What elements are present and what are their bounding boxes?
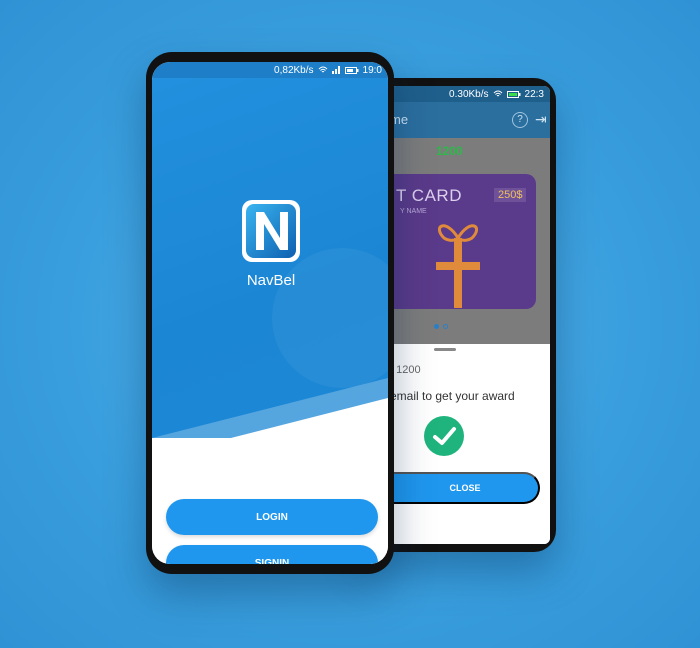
gift-card-name: Y NAME xyxy=(400,208,427,215)
award-points-text: : 1200 xyxy=(390,364,421,376)
points-value: 1200 xyxy=(436,144,463,158)
help-icon[interactable]: ? xyxy=(512,112,528,128)
splash-white-curve xyxy=(152,398,388,564)
exit-icon[interactable]: ⇥ xyxy=(535,111,547,128)
battery-icon xyxy=(506,90,521,98)
gift-card-amount: 250$ xyxy=(494,188,527,202)
award-message: email to get your award xyxy=(390,389,515,403)
dimmed-content: 1200 T CARD 250$ Y NAME xyxy=(390,138,550,344)
signin-button[interactable]: SIGNIN xyxy=(166,545,378,564)
front-phone: 0,82Kb/s 19:0 NavBel LOGIN SIGNIN xyxy=(146,52,394,574)
front-status-bar: 0,82Kb/s 19:0 xyxy=(152,62,388,78)
network-speed: 0.30Kb/s xyxy=(449,88,489,100)
clock: 19:0 xyxy=(362,64,382,76)
app-bar: me ? ⇥ xyxy=(390,102,550,138)
signal-icon xyxy=(331,66,340,74)
back-phone-screen: 0.30Kb/s 22:3 me ? ⇥ 1200 T CARD 250$ Y … xyxy=(390,86,550,544)
gift-card-title: T CARD xyxy=(396,186,462,205)
gift-icon xyxy=(436,224,480,308)
carousel-dot xyxy=(443,324,448,329)
wifi-icon xyxy=(318,66,327,73)
app-name: NavBel xyxy=(246,272,296,289)
navbel-logo-icon xyxy=(242,200,300,262)
battery-icon xyxy=(344,66,359,74)
sheet-handle[interactable] xyxy=(434,348,456,351)
check-icon xyxy=(424,416,464,456)
carousel-dot-active xyxy=(434,324,439,329)
network-speed: 0,82Kb/s xyxy=(274,64,314,76)
wifi-icon xyxy=(493,90,502,97)
front-phone-screen: 0,82Kb/s 19:0 NavBel LOGIN SIGNIN xyxy=(152,62,388,564)
close-button[interactable]: CLOSE xyxy=(390,472,540,504)
clock: 22:3 xyxy=(524,88,544,100)
back-status-bar: 0.30Kb/s 22:3 xyxy=(390,86,550,102)
carousel-indicator xyxy=(434,324,448,329)
award-bottom-sheet: : 1200 email to get your award CLOSE xyxy=(390,344,550,544)
gift-card[interactable]: T CARD 250$ Y NAME xyxy=(390,174,536,309)
login-button[interactable]: LOGIN xyxy=(166,499,378,535)
